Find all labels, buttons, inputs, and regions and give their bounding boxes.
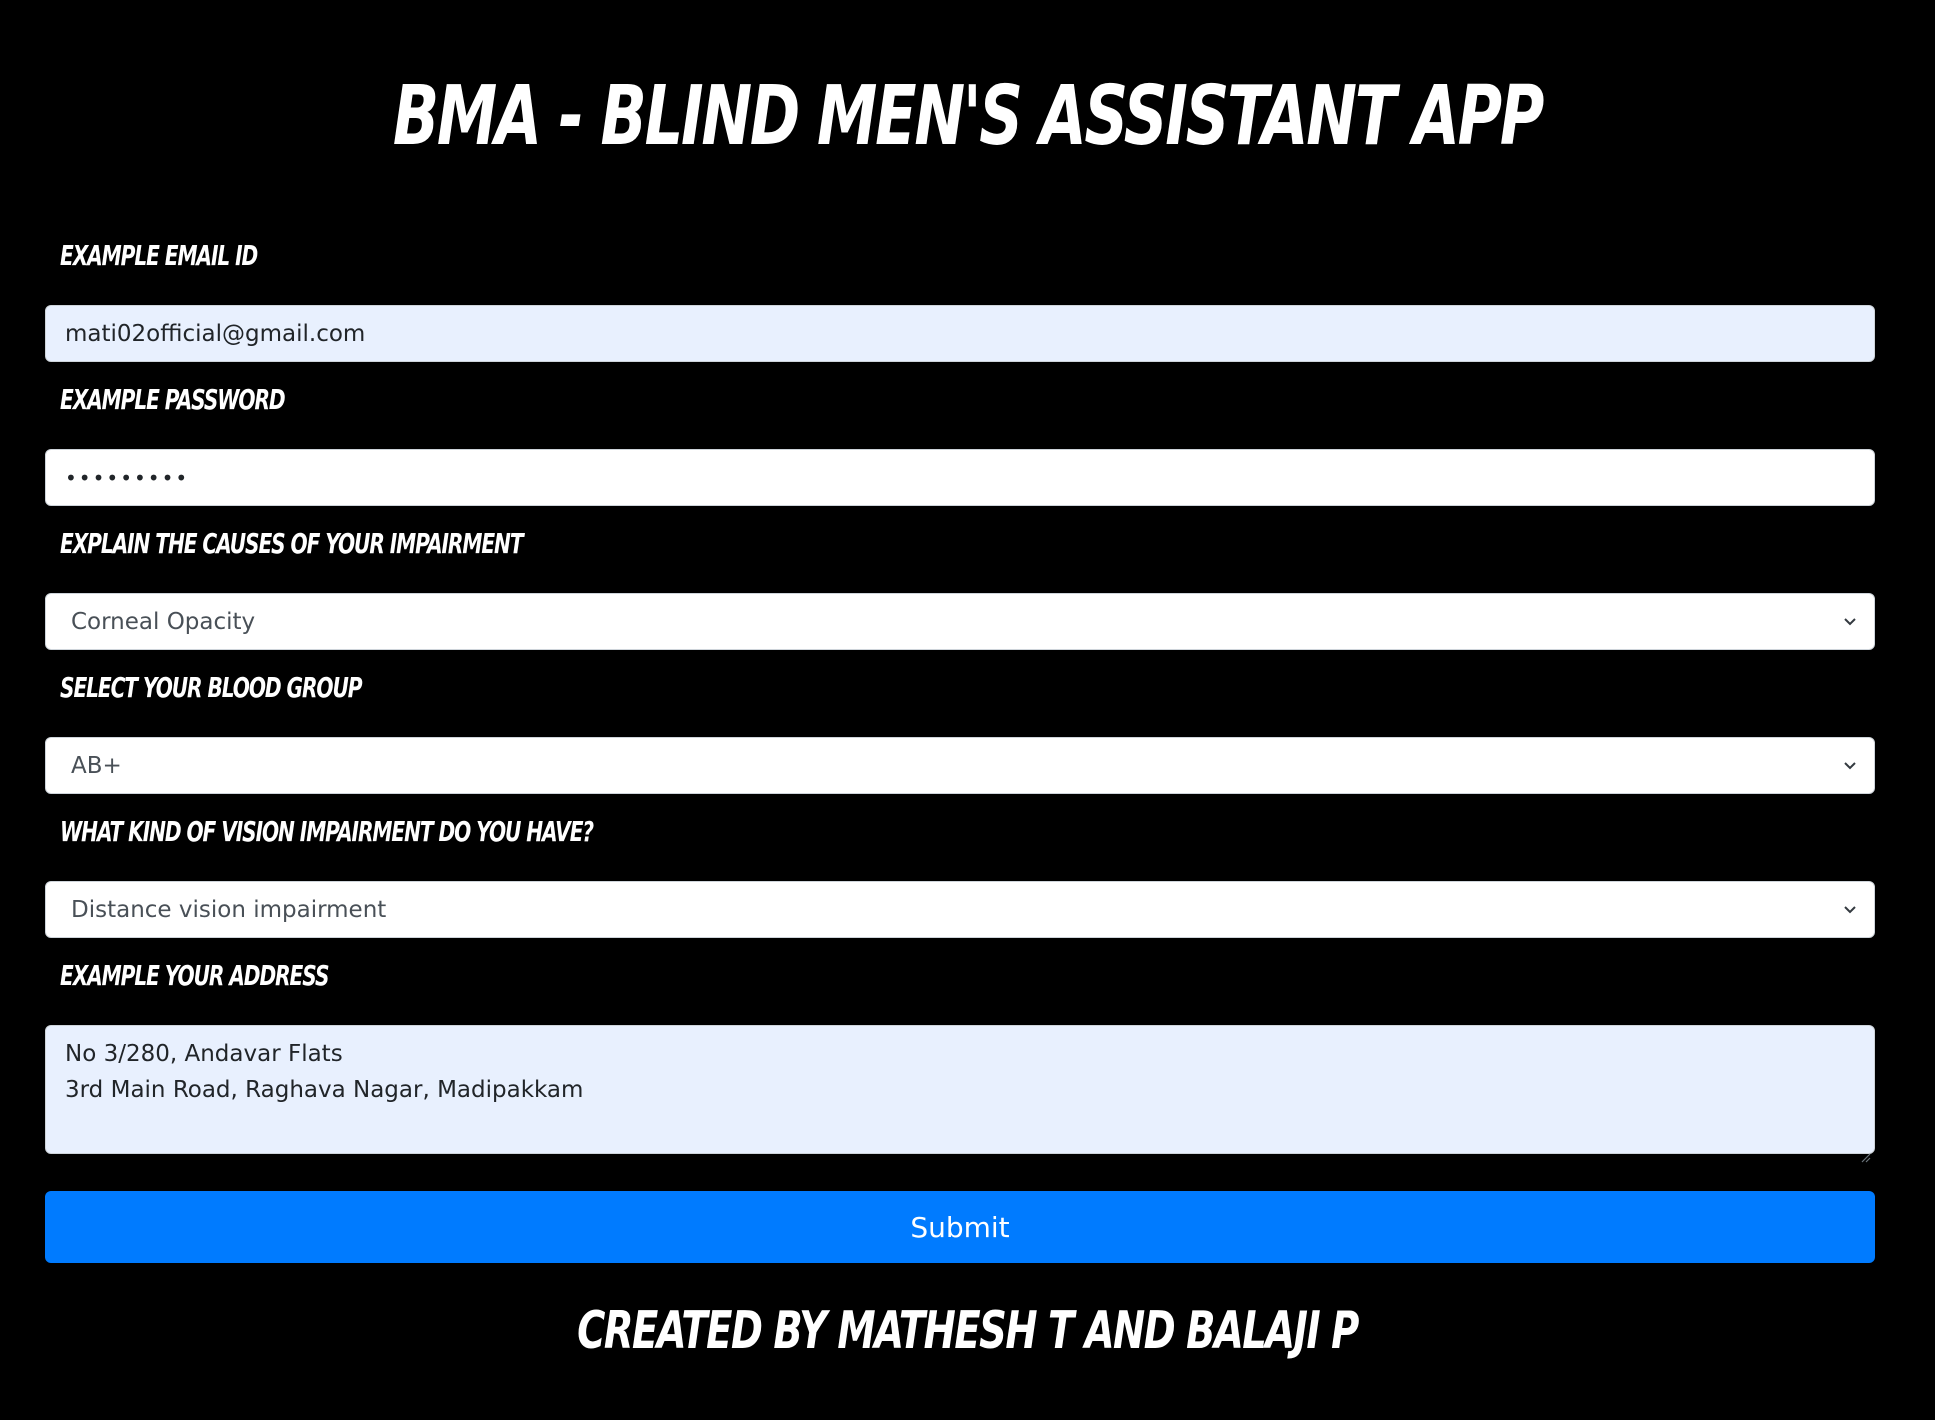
chevron-down-icon <box>1839 755 1861 777</box>
chevron-down-icon <box>1839 611 1861 633</box>
blood-group-selected-value: AB+ <box>71 752 122 779</box>
footer-credit: Created by Mathesh T and Balaji P <box>577 1301 1359 1361</box>
resize-grip-icon[interactable] <box>1859 1138 1871 1163</box>
address-label: Example Your Address <box>60 959 329 992</box>
address-line-2: 3rd Main Road, Raghava Nagar, Madipakkam <box>65 1077 584 1103</box>
vision-type-select[interactable]: Distance vision impairment <box>45 881 1875 938</box>
address-line-1: No 3/280, Andavar Flats <box>65 1041 343 1067</box>
password-value: ••••••••• <box>65 465 190 490</box>
cause-selected-value: Corneal Opacity <box>71 608 256 635</box>
vision-type-selected-value: Distance vision impairment <box>71 896 387 923</box>
submit-label: Submit <box>910 1210 1010 1244</box>
vision-type-label: What kind of vision impairment do you ha… <box>60 815 594 848</box>
email-value: mati02official@gmail.com <box>65 320 366 347</box>
cause-label: Explain the causes of your impairment <box>60 527 524 560</box>
cause-select[interactable]: Corneal Opacity <box>45 593 1875 650</box>
submit-button[interactable]: Submit <box>45 1191 1875 1263</box>
password-label: Example Password <box>60 383 286 416</box>
blood-group-select[interactable]: AB+ <box>45 737 1875 794</box>
blood-group-label: Select your blood group <box>60 671 363 704</box>
email-field[interactable]: mati02official@gmail.com <box>45 305 1875 362</box>
address-textarea[interactable]: No 3/280, Andavar Flats 3rd Main Road, R… <box>45 1025 1875 1163</box>
password-field[interactable]: ••••••••• <box>45 449 1875 506</box>
page-title: BMA - BLIND MEN'S ASSISTANT APP <box>392 69 1545 164</box>
chevron-down-icon <box>1839 899 1861 921</box>
email-label: Example Email ID <box>60 239 258 272</box>
